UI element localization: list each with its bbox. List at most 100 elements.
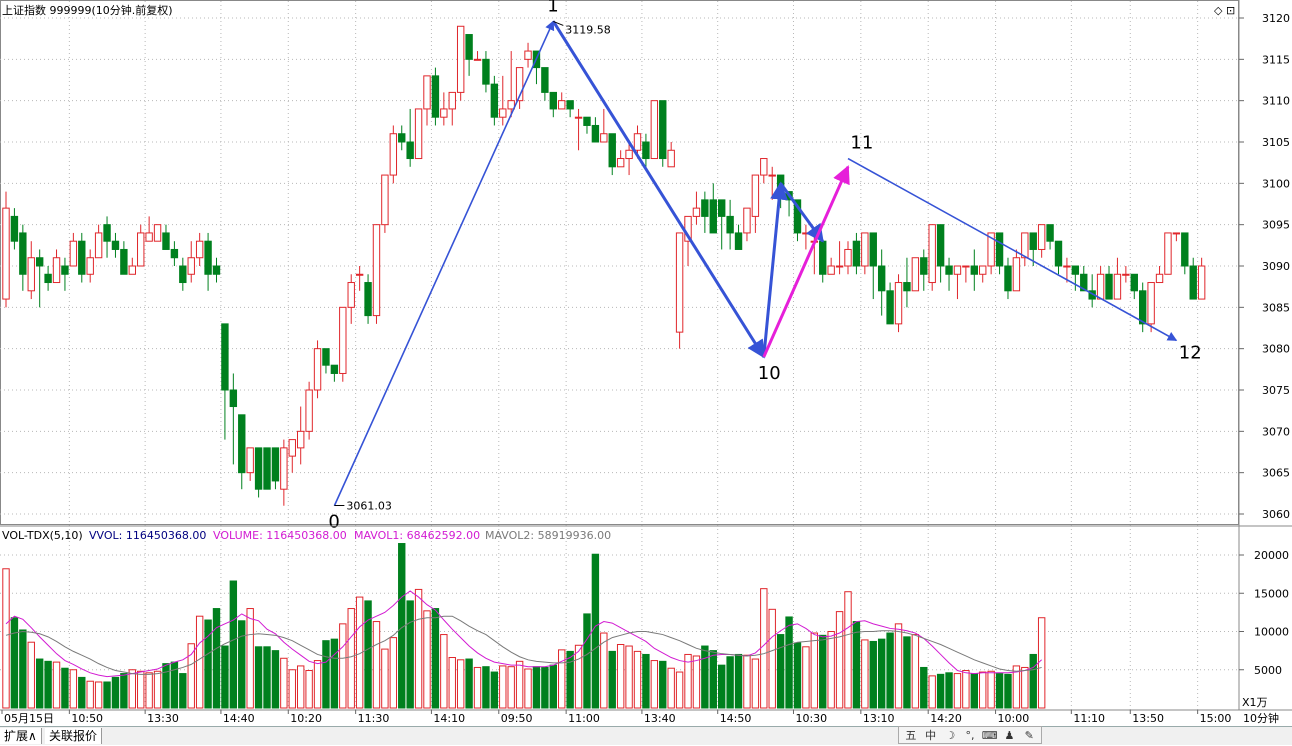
candle [1088,274,1096,308]
candle [1054,240,1063,275]
volume-bar [305,670,313,709]
price-pane: 011011123061.033119.58 上证指数 999999(10分钟.… [0,0,1239,710]
candle [861,232,869,275]
user-icon[interactable]: ♟ [1001,729,1019,742]
candle-body [111,240,120,250]
candle-body [490,83,499,118]
settings-icon[interactable]: ✎ [1020,729,1038,742]
candle-body [465,34,473,60]
volume-bar [549,664,557,709]
keyboard-icon[interactable]: ⌨ [981,729,999,742]
candle-body [128,265,137,275]
volume-bar [945,672,953,709]
chinese-mode-icon[interactable]: 中 [922,727,940,743]
candle-body [137,232,145,267]
candle-body [751,174,760,217]
candle [86,249,94,283]
volume-bar [650,660,659,709]
candle-body [625,149,633,160]
volume-bar [709,650,717,709]
half-width-icon[interactable]: ☽ [941,729,959,742]
candle [187,241,195,283]
candle [869,232,877,300]
volume-bar [953,673,962,709]
time-label: 13:50 [1132,712,1164,725]
indicator-name: VOL-TDX(5,10) [2,529,83,542]
candle [591,117,600,143]
price-tick-label: 3095 [1262,219,1290,232]
price-tick-label: 3085 [1262,301,1290,314]
candle [389,125,398,184]
candle-body [633,133,642,151]
volume-bar [718,664,726,709]
candle [431,67,440,126]
candle [675,232,684,349]
volume-bar [877,638,886,709]
volume-bar [27,641,35,709]
candle-body [1122,273,1130,276]
wubi-icon[interactable]: 五 [902,727,920,743]
volume-bar [751,658,760,709]
candle [692,191,701,225]
candle-body [1004,265,1012,292]
volume-bar [263,646,271,709]
candle-body [473,58,482,61]
tab-expand[interactable]: 扩展∧ [0,728,42,744]
wave-label: 11 [850,133,873,154]
candle [802,224,810,250]
tab-related-quotes[interactable]: 关联报价 [45,728,103,744]
volume-bar [246,608,254,709]
candle [819,240,827,283]
candle [1046,224,1054,250]
volume-bar [852,621,861,709]
candle-body [221,323,229,391]
punctuation-icon[interactable]: °, [961,729,979,742]
volume-bar [120,673,128,709]
volume-bar [827,631,835,709]
candle [372,224,381,324]
candle [221,323,229,440]
candle [549,91,557,118]
candle-body [1164,232,1172,275]
candle [566,100,574,118]
volume-bar [667,667,675,709]
volume-bar [499,665,507,709]
candle [583,116,591,134]
volume-bar [995,673,1004,709]
volume-bar [448,657,456,709]
candle [440,92,448,126]
time-axis: 05月15日 10:50 13:30 14:40 10:20 11:30 14:10 09:5… [0,709,1292,725]
candle [212,257,221,283]
price-tick-label: 3105 [1262,136,1290,149]
volume-bar [111,676,120,709]
volume-bar [819,634,827,709]
candle [69,232,78,267]
volume-bar [221,645,229,709]
candle [1155,266,1164,284]
time-label: 15:00 [1200,712,1232,725]
candle [162,224,170,250]
volume-bar [743,654,751,709]
candle-body [195,240,204,259]
candle [145,216,153,242]
candle [515,67,524,109]
candle [751,174,760,233]
price-tick-label: 3065 [1262,467,1290,480]
candle [128,257,137,275]
candle-body [667,149,675,168]
stock-chart[interactable]: 011011123061.033119.58 上证指数 999999(10分钟.… [0,0,1292,726]
time-labels: 05月15日 10:50 13:30 14:40 10:20 11:30 14:10 09:5… [1,710,1232,725]
candle [1172,232,1181,242]
candle-body [1113,273,1122,300]
wave-line [552,20,766,359]
period-label[interactable]: 10分钟 [1243,711,1279,725]
diamond-icon[interactable]: ◇ [1214,4,1223,17]
candle [456,25,465,101]
price-tick-label: 3120 [1262,12,1290,25]
volume-bar [347,608,355,709]
restore-window-icon[interactable]: ⊡ [1226,4,1235,17]
price-tick-label: 3115 [1262,53,1290,66]
candle [886,282,894,325]
volume-bar [920,666,928,709]
candle [137,224,145,267]
